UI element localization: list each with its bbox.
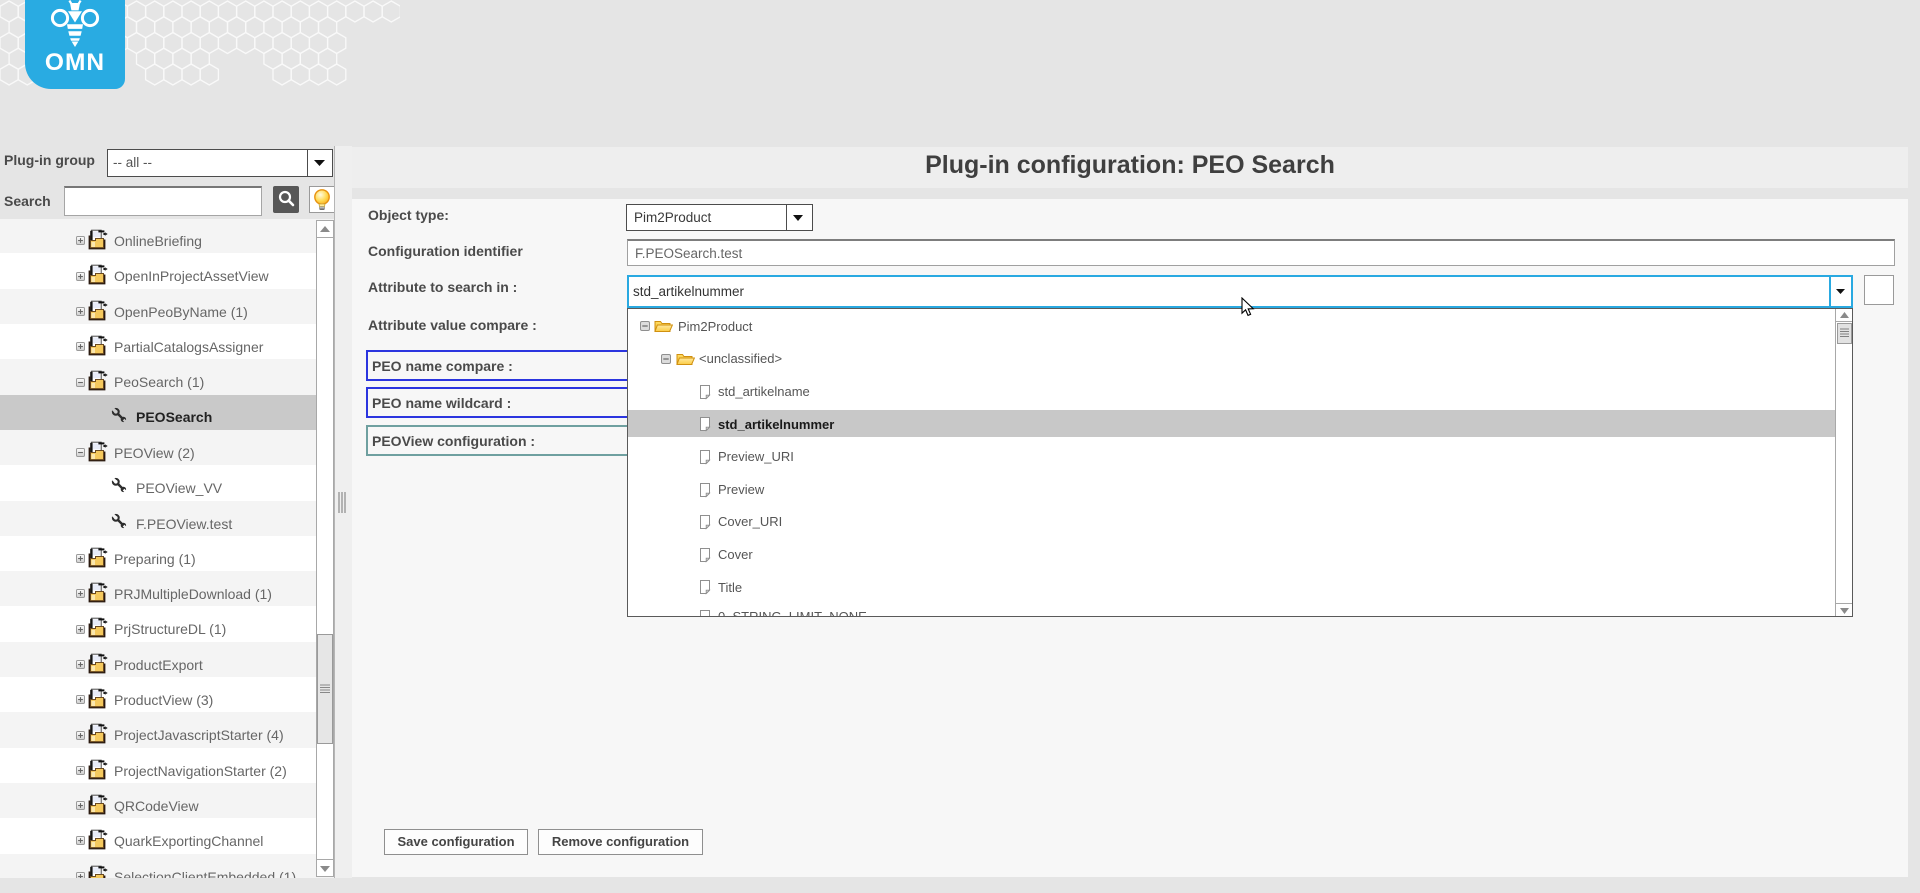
- svg-text:OMN: OMN: [45, 49, 105, 76]
